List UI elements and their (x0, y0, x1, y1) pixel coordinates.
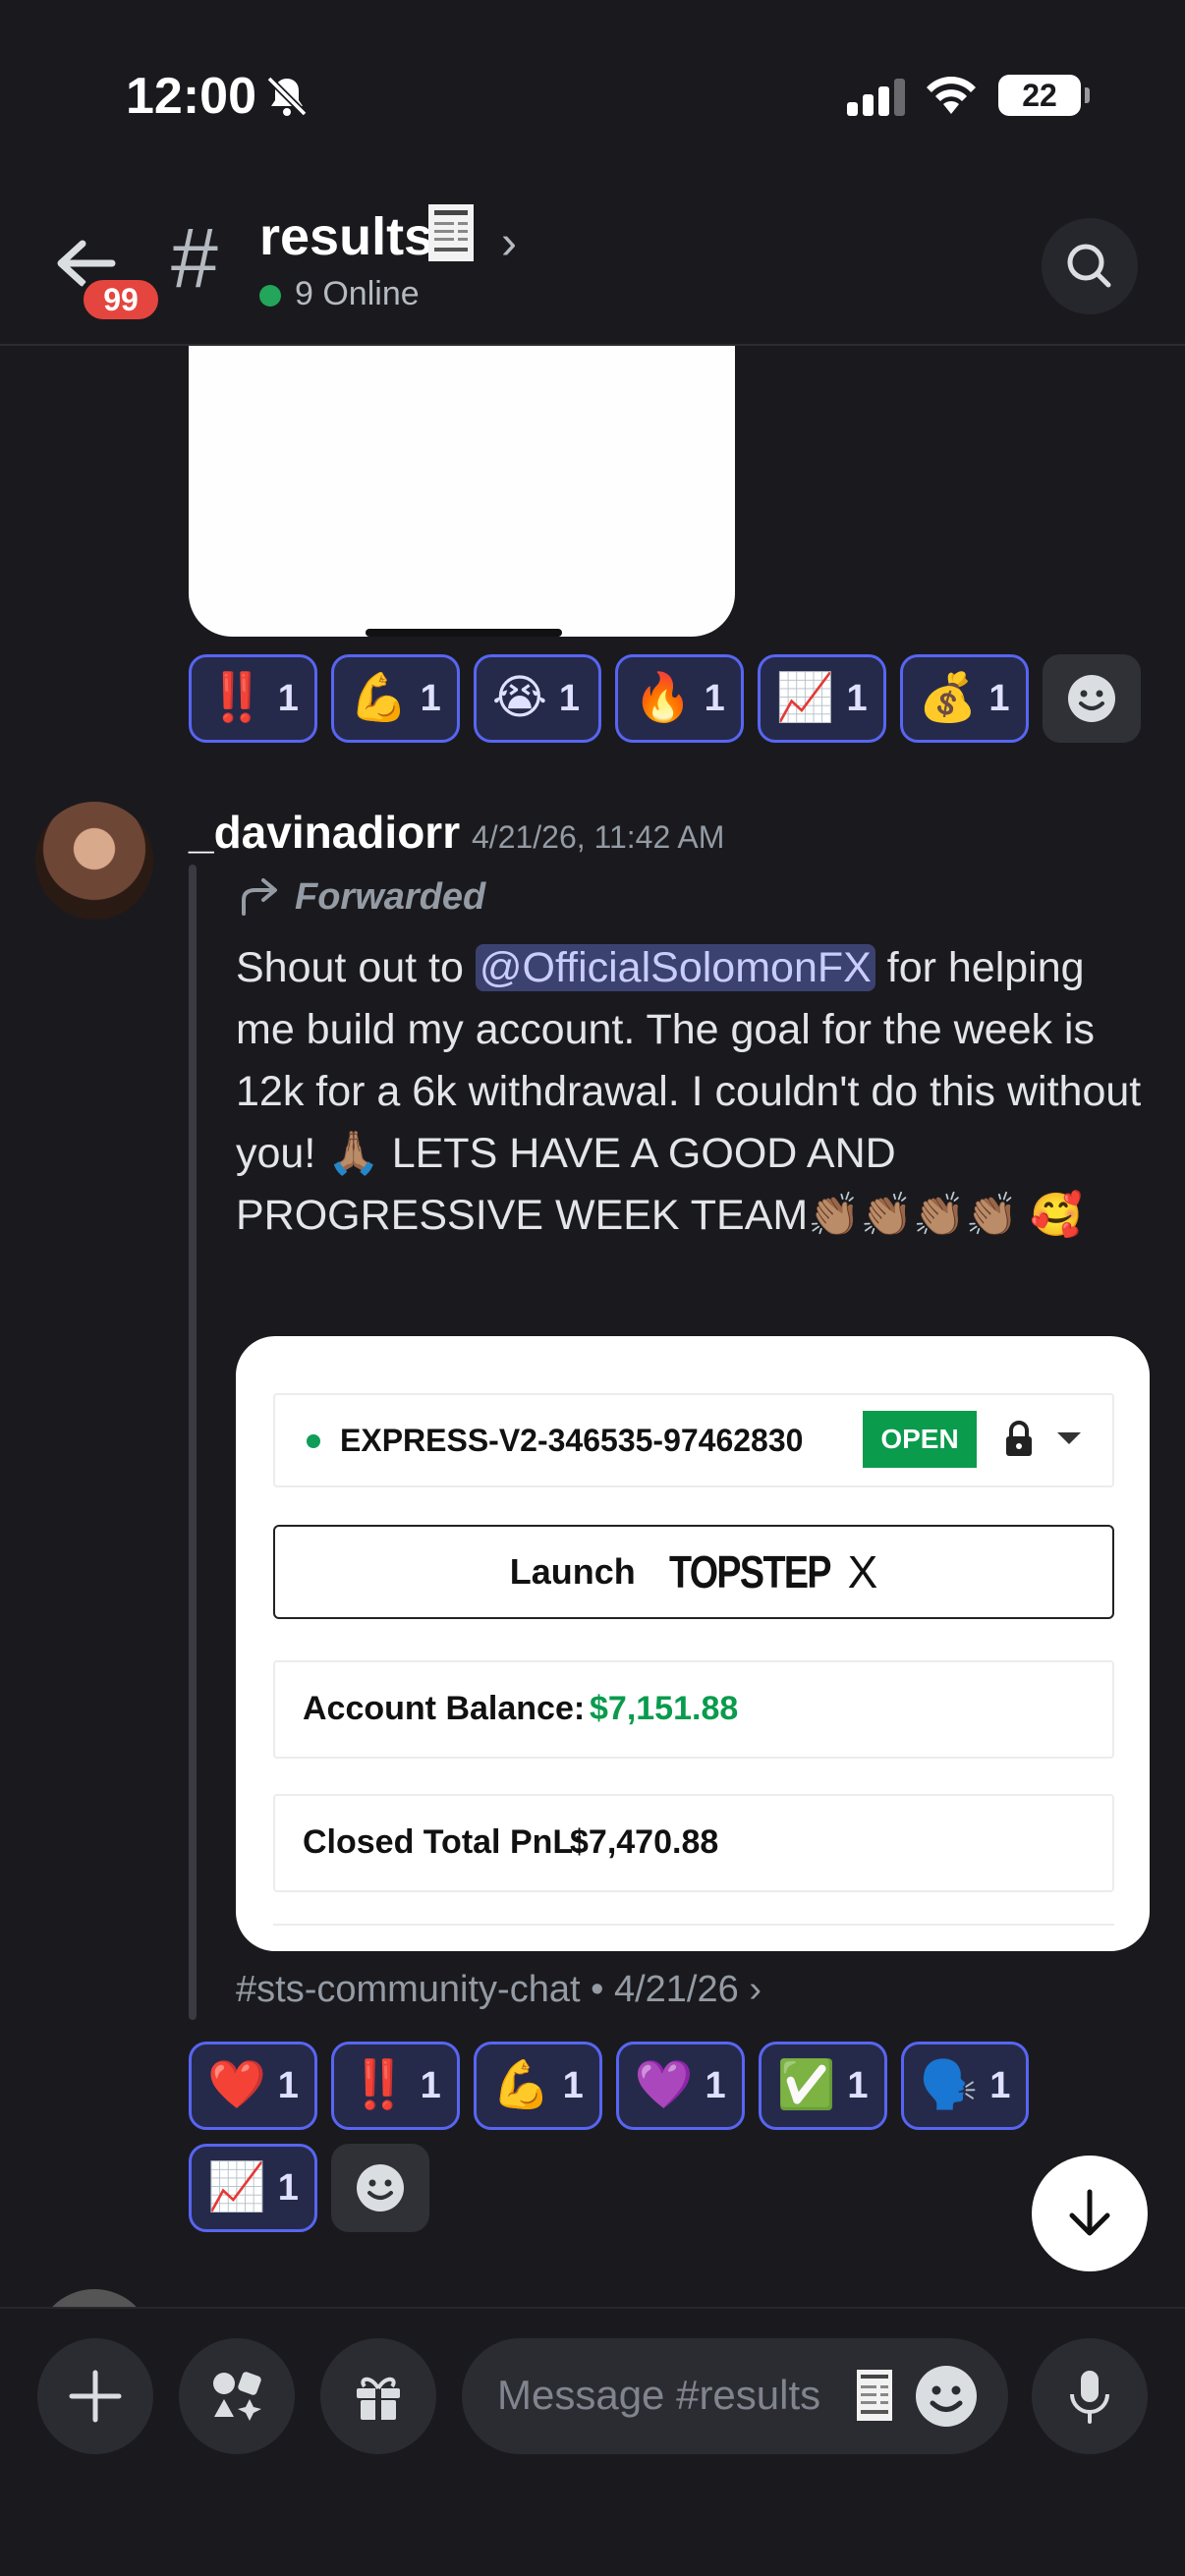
brand-logo: TOPSTEP X (668, 1546, 878, 1597)
launch-button: Launch TOPSTEP X (273, 1525, 1114, 1619)
reaction-chip[interactable]: 🔥 1 (614, 654, 744, 743)
author-name[interactable]: _davinadiorr (189, 806, 460, 859)
message-text: Shout out to @OfficialSolomonFX for help… (236, 937, 1150, 1247)
mic-icon (1070, 2371, 1109, 2424)
caret-down-icon (1057, 1432, 1081, 1444)
reactions-row: 📈 1 (189, 2144, 429, 2232)
reaction-chip[interactable]: ✅ 1 (758, 2042, 887, 2130)
emoji-icon[interactable] (914, 2364, 979, 2429)
reaction-chip[interactable]: 💰 1 (899, 654, 1029, 743)
reaction-chip[interactable]: ‼️ 1 (330, 2042, 460, 2130)
closed-pnl-label: Closed Total PnL: (303, 1823, 585, 1861)
add-reaction-button[interactable] (1042, 654, 1141, 743)
forwarded-label: Forwarded (295, 876, 486, 918)
message-composer: Message #results (0, 2307, 1185, 2576)
wifi-icon (927, 77, 976, 114)
gift-icon (357, 2377, 400, 2420)
channel-header: 99 # results › 9 Online (0, 177, 1185, 346)
unread-badge: 99 (79, 275, 163, 324)
balance-value: $7,151.88 (590, 1690, 739, 1727)
card-divider (273, 1924, 1114, 1951)
status-time: 12:00 (126, 68, 256, 125)
add-reaction-button[interactable] (330, 2144, 429, 2232)
gift-button[interactable] (320, 2338, 436, 2454)
apps-button[interactable] (179, 2338, 295, 2454)
reaction-chip[interactable]: 💪 1 (330, 654, 460, 743)
online-count: 9 Online (295, 275, 420, 312)
account-id: EXPRESS-V2-346535-97462830 (340, 1423, 804, 1458)
closed-pnl-value: $7,470.88 (570, 1823, 719, 1861)
plus-icon (69, 2370, 122, 2423)
battery-indicator: 22 (998, 75, 1090, 116)
reaction-chip[interactable]: ‼️ 1 (189, 654, 317, 743)
account-selector: EXPRESS-V2-346535-97462830 OPEN (273, 1393, 1114, 1487)
user-mention[interactable]: @OfficialSolomonFX (475, 944, 875, 991)
reactions-row: ‼️ 1 💪 1 😭 1 🔥 1 📈 1 💰 1 (189, 654, 1141, 743)
signal-icon (847, 79, 910, 116)
reaction-chip[interactable]: 📈 1 (757, 654, 886, 743)
attach-button[interactable] (37, 2338, 153, 2454)
message-text-start: Shout out to (236, 944, 476, 991)
arrow-down-icon (1069, 2189, 1110, 2236)
smiley-add-icon (356, 2164, 404, 2212)
image-attachment[interactable] (189, 346, 735, 637)
message-input[interactable]: Message #results (462, 2338, 1008, 2454)
chevron-right-icon: › (749, 1969, 762, 2010)
forward-quote-bar (189, 865, 197, 2020)
search-button[interactable] (1042, 218, 1138, 314)
bell-off-icon (266, 76, 308, 117)
reaction-chip[interactable]: 🗣️ 1 (900, 2042, 1030, 2130)
launch-label: Launch (509, 1551, 636, 1592)
reaction-chip[interactable]: 📈 1 (189, 2144, 317, 2232)
scroll-to-bottom-button[interactable] (1032, 2156, 1148, 2271)
channel-title[interactable]: results (259, 206, 433, 267)
hash-icon: # (171, 211, 218, 306)
forward-icon (242, 878, 277, 916)
voice-message-button[interactable] (1032, 2338, 1148, 2454)
apps-icon (213, 2372, 261, 2421)
balance-row: Account Balance: $7,151.88 (273, 1660, 1114, 1759)
account-status-dot (307, 1434, 320, 1448)
reaction-chip[interactable]: 💪 1 (473, 2042, 602, 2130)
closed-pnl-row: Closed Total PnL: $7,470.88 (273, 1794, 1114, 1892)
forward-source-link[interactable]: #sts-community-chat • 4/21/26 › (236, 1969, 762, 2011)
status-badge: OPEN (863, 1411, 977, 1468)
search-icon (1067, 244, 1111, 288)
lock-icon (1006, 1421, 1032, 1456)
reaction-chip[interactable]: ❤️ 1 (189, 2042, 317, 2130)
reaction-chip[interactable]: 💜 1 (615, 2042, 745, 2130)
reaction-chip[interactable]: 😭 1 (473, 654, 601, 743)
reactions-row: ❤️ 1 ‼️ 1 💪 1 💜 1 ✅ 1 🗣️ 1 (189, 2042, 1030, 2130)
chevron-right-icon[interactable]: › (501, 216, 517, 270)
online-status-dot (259, 285, 281, 307)
embedded-image-card[interactable]: EXPRESS-V2-346535-97462830 OPEN Launch T… (236, 1336, 1150, 1951)
balance-label: Account Balance: (303, 1690, 586, 1727)
receipt-icon (857, 2370, 892, 2421)
avatar[interactable] (35, 802, 153, 920)
smiley-add-icon (1067, 675, 1115, 722)
receipt-icon (428, 204, 474, 261)
message-timestamp: 4/21/26, 11:42 AM (472, 819, 725, 855)
message-placeholder: Message #results (497, 2372, 821, 2418)
